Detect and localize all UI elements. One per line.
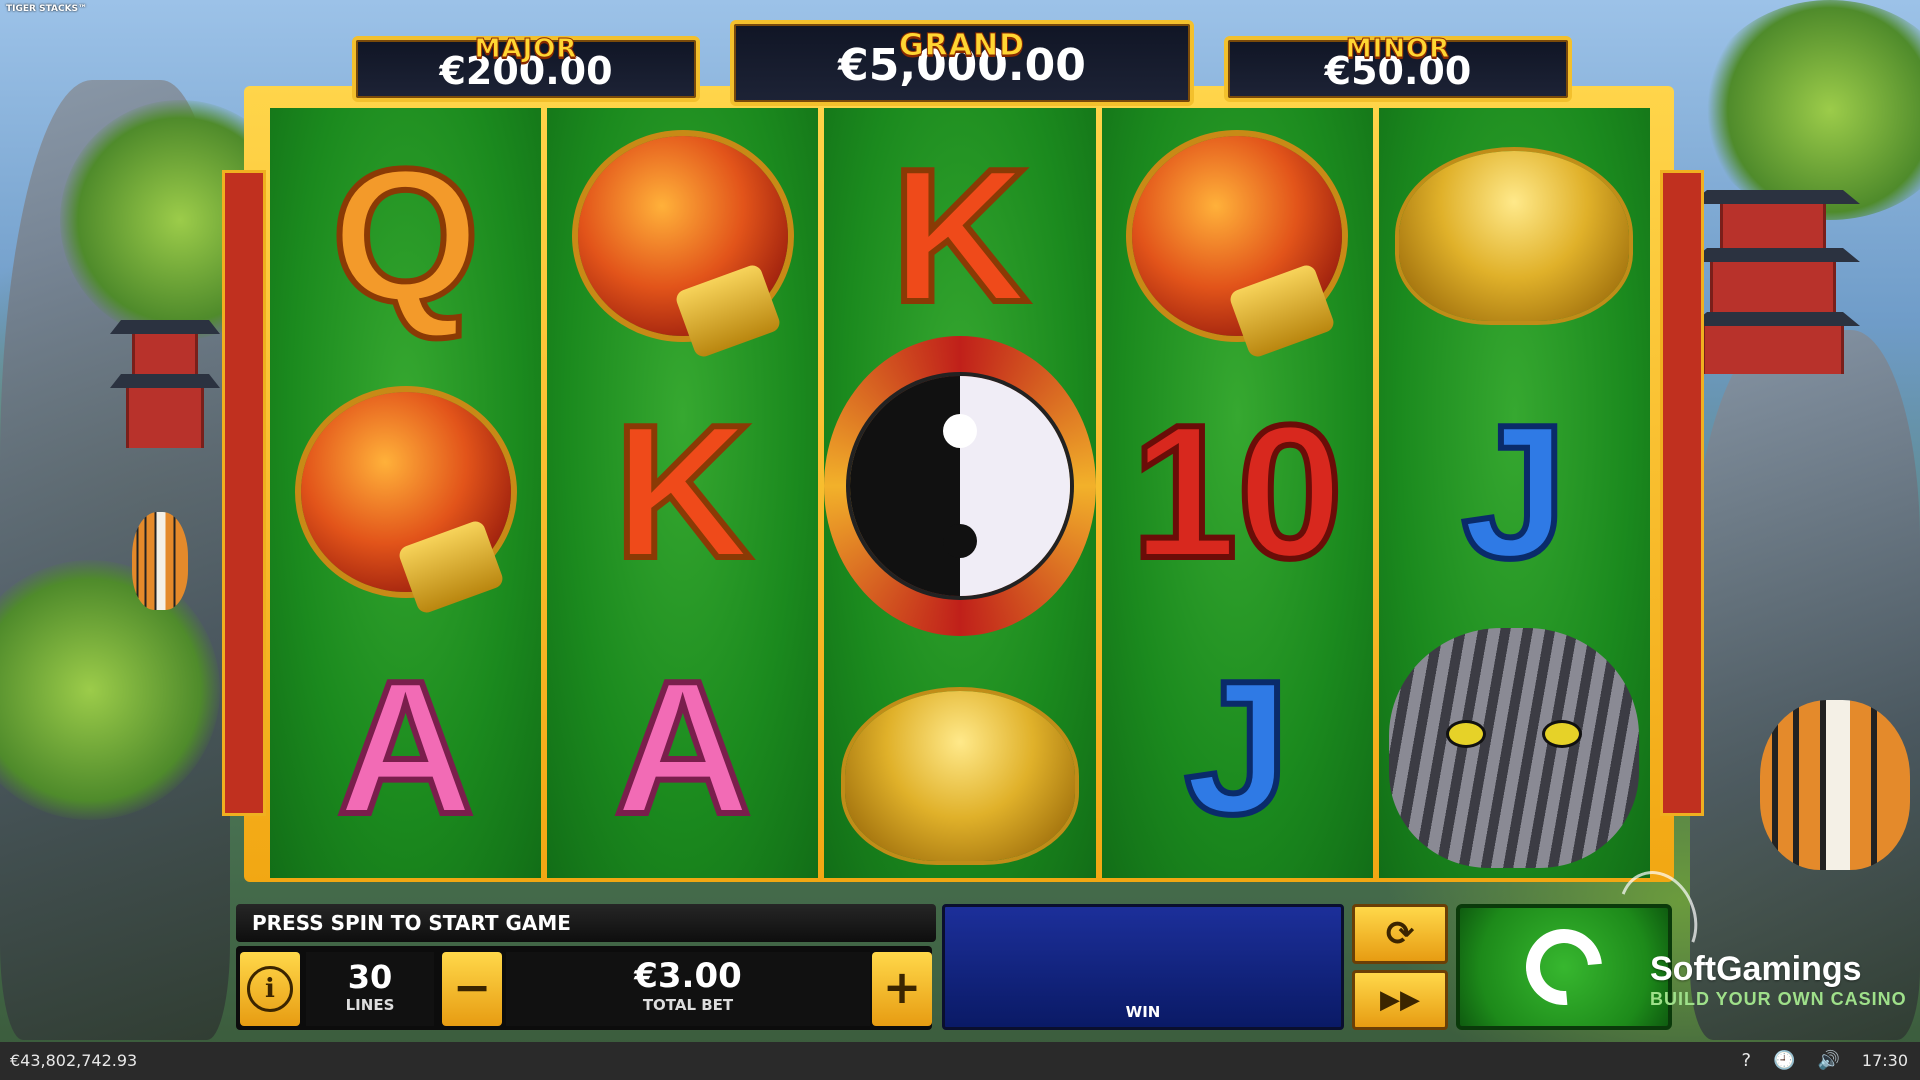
- jackpot-grand: GRAND €5,000.00: [730, 20, 1194, 106]
- symbol-j-letter: J: [1181, 642, 1293, 854]
- tiger-icon: [1389, 628, 1640, 868]
- symbol-10-letter: 10: [1129, 386, 1346, 598]
- reel-1: Q A: [270, 108, 542, 878]
- speaker-icon[interactable]: 🔊: [1817, 1042, 1839, 1080]
- symbol-lantern: [270, 364, 541, 620]
- total-bet-display: €3.00 TOTAL BET: [506, 952, 870, 1026]
- symbol-a: A: [270, 620, 541, 876]
- softgamings-watermark: SoftGamings BUILD YOUR OWN CASINO: [1650, 950, 1907, 1010]
- win-label: WIN: [1125, 1003, 1161, 1021]
- symbol-a: A: [547, 620, 818, 876]
- gold-ingot-icon: [1399, 151, 1630, 321]
- symbol-k: K: [824, 108, 1095, 364]
- symbol-q: Q: [270, 108, 541, 364]
- total-bet-value: €3.00: [634, 956, 742, 996]
- symbol-yin-yang: [824, 336, 1096, 636]
- info-icon: i: [247, 966, 293, 1012]
- jackpot-minor-label: MINOR: [1345, 34, 1451, 65]
- lines-display: 30 LINES: [306, 952, 434, 1026]
- symbol-10: 10: [1102, 364, 1373, 620]
- game-title: TIGER STACKS™: [6, 4, 88, 14]
- reel-3: K: [824, 108, 1096, 878]
- frame-banner-left: [222, 170, 266, 816]
- lantern-icon: [1132, 136, 1343, 336]
- brand-tagline: BUILD YOUR OWN CASINO: [1650, 989, 1907, 1009]
- symbol-lantern: [547, 108, 818, 364]
- turbo-button[interactable]: ▶▶: [1352, 970, 1448, 1030]
- win-display: WIN: [942, 904, 1344, 1030]
- frame-banner-right: [1660, 170, 1704, 816]
- bet-decrease-button[interactable]: −: [442, 952, 502, 1026]
- symbol-k-letter: K: [888, 130, 1031, 342]
- brand-name: SoftGamings: [1650, 950, 1862, 988]
- symbol-a-letter: A: [611, 642, 754, 854]
- symbol-j: J: [1102, 620, 1373, 876]
- total-bet-label: TOTAL BET: [642, 996, 734, 1014]
- reel-5: J: [1378, 108, 1651, 878]
- jackpot-grand-label: GRAND: [899, 28, 1025, 64]
- left-pagoda: [110, 320, 220, 480]
- lines-label: LINES: [345, 996, 395, 1014]
- symbol-q-letter: Q: [329, 130, 483, 342]
- info-button[interactable]: i: [240, 952, 300, 1026]
- lantern-icon: [300, 392, 511, 592]
- right-pagoda: [1690, 190, 1860, 380]
- reel-grid: Q A K A K 10 J J: [270, 108, 1651, 878]
- balance-display: €43,802,742.93: [10, 1051, 138, 1070]
- autoplay-button[interactable]: ⟳: [1352, 904, 1448, 964]
- symbol-k: K: [547, 364, 818, 620]
- status-message: PRESS SPIN TO START GAME: [236, 904, 936, 942]
- symbol-gold-ingot: [1379, 108, 1650, 364]
- help-icon[interactable]: ?: [1741, 1042, 1751, 1080]
- symbol-gold-ingot: [824, 648, 1095, 904]
- left-background-tiger: [132, 512, 188, 610]
- lantern-icon: [577, 136, 788, 336]
- yin-yang-icon: [824, 336, 1096, 636]
- symbol-j: J: [1379, 364, 1650, 620]
- symbol-tiger: [1379, 620, 1650, 876]
- clock: 17:30: [1861, 1051, 1908, 1070]
- autoplay-icon: ⟳: [1385, 914, 1415, 954]
- spin-icon: [1510, 913, 1618, 1021]
- bet-increase-button[interactable]: +: [872, 952, 932, 1026]
- symbol-j-letter: J: [1459, 386, 1571, 598]
- symbol-lantern: [1102, 108, 1373, 364]
- jackpot-major-label: MAJOR: [474, 34, 578, 65]
- fast-forward-icon: ▶▶: [1380, 985, 1420, 1015]
- reel-4: 10 J: [1101, 108, 1373, 878]
- symbol-a-letter: A: [334, 642, 477, 854]
- jackpot-minor: MINOR €50.00: [1224, 34, 1572, 102]
- footer-bar: €43,802,742.93 ? 🕘 🔊 17:30: [0, 1042, 1920, 1080]
- right-cliff: [1690, 330, 1920, 1040]
- reel-2: K A: [547, 108, 819, 878]
- symbol-k-letter: K: [611, 386, 754, 598]
- lines-value: 30: [347, 958, 393, 996]
- right-background-tiger: [1760, 700, 1910, 870]
- history-icon[interactable]: 🕘: [1773, 1042, 1795, 1080]
- gold-ingot-icon: [845, 691, 1075, 861]
- jackpot-major: MAJOR €200.00: [352, 34, 700, 102]
